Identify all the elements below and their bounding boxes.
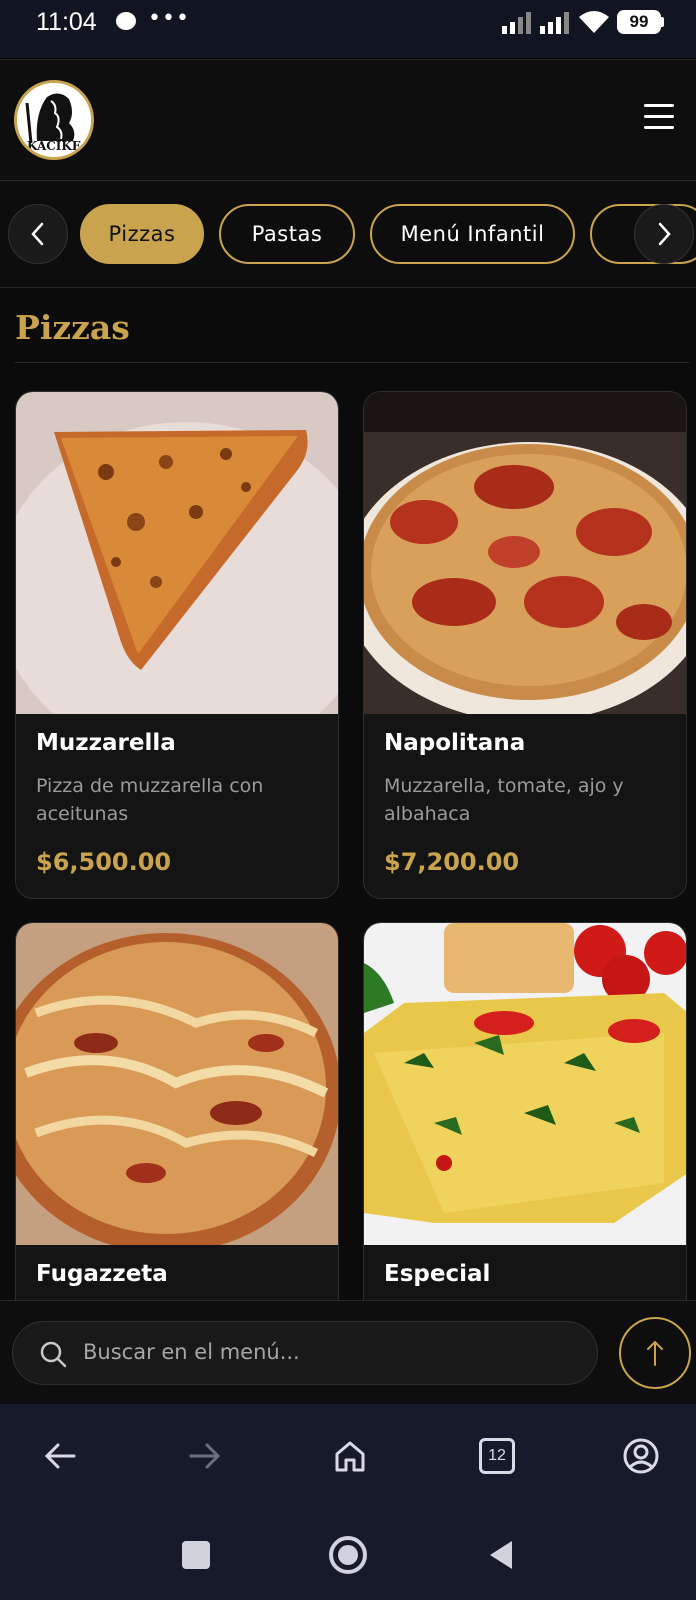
home-circle-icon[interactable] — [329, 1536, 367, 1574]
menu-item-price: $7,200.00 — [384, 848, 520, 876]
category-nav: Pizzas Pastas Menú Infantil — [0, 182, 696, 288]
tabs-icon[interactable]: 12 — [475, 1434, 519, 1478]
section-divider — [15, 362, 689, 363]
back-to-top-button[interactable] — [619, 1317, 691, 1389]
arrow-up-icon — [647, 1340, 663, 1366]
category-pill-pastas[interactable]: Pastas — [219, 204, 355, 264]
logo-text: KACIKE — [27, 139, 81, 153]
system-nav-bar — [0, 1508, 696, 1600]
menu-item-name: Fugazzeta — [36, 1261, 168, 1287]
status-bar: 11:04 ••• 99 — [0, 0, 696, 58]
menu-item-name: Especial — [384, 1261, 491, 1287]
back-triangle-icon[interactable] — [488, 1539, 514, 1575]
chevron-right-icon[interactable] — [634, 204, 694, 264]
signal-icon — [502, 12, 531, 34]
recents-square-icon[interactable] — [182, 1541, 210, 1569]
signal-icon — [540, 12, 569, 34]
browser-toolbar: 12 — [0, 1404, 696, 1508]
search-placeholder: Buscar en el menú... — [83, 1340, 300, 1364]
more-dots-icon: ••• — [148, 6, 190, 31]
menu-item-price: $6,500.00 — [36, 848, 172, 876]
menu-item-photo — [364, 923, 686, 1245]
search-input[interactable]: Buscar en el menú... — [12, 1321, 598, 1385]
search-icon — [40, 1341, 67, 1368]
restaurant-logo[interactable]: KACIKE — [14, 80, 94, 160]
search-footer: Buscar en el menú... — [0, 1300, 696, 1404]
menu-item-card[interactable]: Napolitana Muzzarella, tomate, ajo y alb… — [363, 391, 687, 899]
menu-item-description: Pizza de muzzarella con aceitunas — [36, 775, 264, 825]
menu-item-card[interactable]: Fugazzeta — [15, 922, 339, 1322]
profile-icon[interactable] — [619, 1434, 663, 1478]
menu-item-name: Napolitana — [384, 730, 526, 756]
menu-item-card[interactable]: Especial — [363, 922, 687, 1322]
message-icon — [116, 12, 136, 30]
category-pill-pizzas[interactable]: Pizzas — [80, 204, 204, 264]
tab-count: 12 — [479, 1438, 515, 1474]
category-pill-menu-infantil[interactable]: Menú Infantil — [370, 204, 575, 264]
menu-item-card[interactable]: Muzzarella Pizza de muzzarella con aceit… — [15, 391, 339, 899]
back-arrow-icon[interactable] — [38, 1434, 82, 1478]
hamburger-menu-icon[interactable] — [644, 104, 674, 130]
site-header: KACIKE — [0, 59, 696, 181]
battery-icon: 99 — [617, 10, 661, 34]
menu-item-name: Muzzarella — [36, 730, 176, 756]
section-title: Pizzas — [15, 308, 130, 347]
chevron-left-icon[interactable] — [8, 204, 68, 264]
menu-item-description: Muzzarella, tomate, ajo y albahaca — [384, 775, 624, 825]
wifi-icon — [579, 11, 609, 33]
battery-tip — [661, 17, 664, 27]
status-time: 11:04 — [36, 8, 97, 36]
menu-item-photo — [364, 392, 686, 714]
forward-arrow-icon[interactable] — [183, 1434, 227, 1478]
home-icon[interactable] — [328, 1434, 372, 1478]
menu-item-photo — [16, 923, 338, 1245]
menu-item-photo — [16, 392, 338, 714]
